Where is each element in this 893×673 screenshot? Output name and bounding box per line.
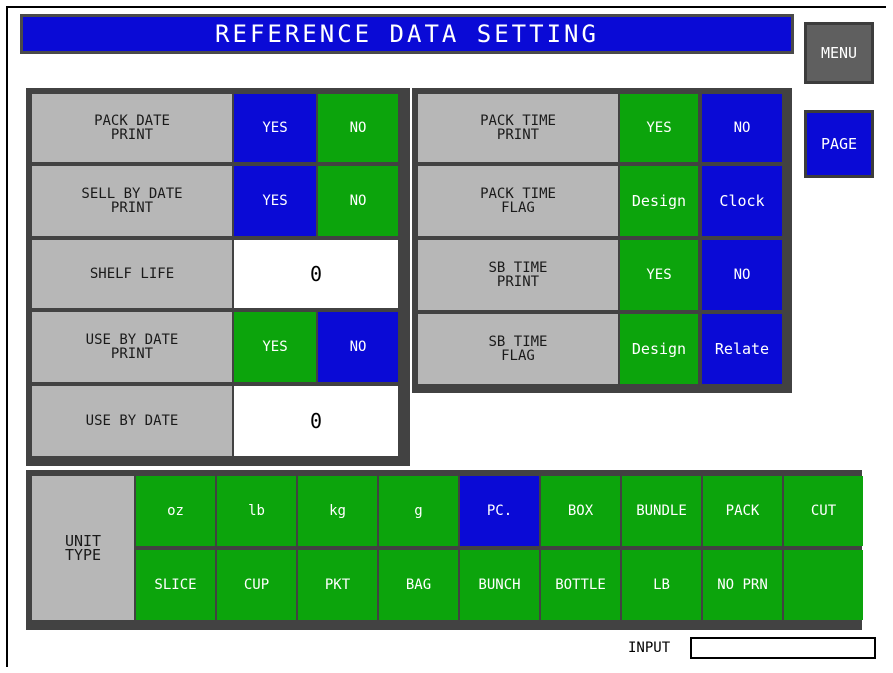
unit-type-button[interactable]: g [379,476,458,546]
page-title: REFERENCE DATA SETTING [20,14,794,54]
pack-time-flag-label: PACK TIME FLAG [418,166,618,236]
pack-date-print-yes-button[interactable]: YES [234,94,316,162]
unit-type-button[interactable]: PACK [703,476,782,546]
pack-time-print-label: PACK TIME PRINT [418,94,618,162]
input-field[interactable] [690,637,876,659]
unit-type-button[interactable] [784,550,863,620]
shelf-life-label: SHELF LIFE [32,240,232,308]
pack-date-print-no-button[interactable]: NO [318,94,398,162]
pack-time-print-yes-button[interactable]: YES [620,94,698,162]
unit-type-button[interactable]: kg [298,476,377,546]
page-button[interactable]: PAGE [804,110,874,178]
unit-type-button[interactable]: CUP [217,550,296,620]
unit-type-label: UNIT TYPE [32,476,134,620]
sb-time-flag-design-button[interactable]: Design [620,314,698,384]
sb-time-print-yes-button[interactable]: YES [620,240,698,310]
sb-time-print-label: SB TIME PRINT [418,240,618,310]
unit-type-button[interactable]: NO PRN [703,550,782,620]
sell-by-date-print-label: SELL BY DATE PRINT [32,166,232,236]
unit-type-panel: UNIT TYPE oz lb kg g PC. BOX BUNDLE PACK CUT SLIC… [26,470,863,630]
date-settings-panel: PACK DATE PRINT YES NO SELL BY DATE PRIN… [26,88,410,466]
sell-by-date-print-yes-button[interactable]: YES [234,166,316,236]
unit-type-button[interactable]: BAG [379,550,458,620]
pack-time-print-no-button[interactable]: NO [702,94,782,162]
sb-time-flag-relate-button[interactable]: Relate [702,314,782,384]
use-by-date-field[interactable]: 0 [234,386,398,456]
unit-type-button[interactable]: BUNDLE [622,476,701,546]
pack-time-flag-design-button[interactable]: Design [620,166,698,236]
unit-type-button[interactable]: lb [217,476,296,546]
sell-by-date-print-no-button[interactable]: NO [318,166,398,236]
unit-type-button[interactable]: LB [622,550,701,620]
unit-type-button[interactable]: CUT [784,476,863,546]
unit-type-button[interactable]: PKT [298,550,377,620]
unit-type-button[interactable]: SLICE [136,550,215,620]
sb-time-flag-label: SB TIME FLAG [418,314,618,384]
unit-type-button[interactable]: BOX [541,476,620,546]
use-by-date-print-yes-button[interactable]: YES [234,312,316,382]
use-by-date-label: USE BY DATE [32,386,232,456]
unit-type-button[interactable]: BUNCH [460,550,539,620]
unit-type-button[interactable]: PC. [460,476,539,546]
pack-date-print-label: PACK DATE PRINT [32,94,232,162]
menu-button[interactable]: MENU [804,22,874,84]
use-by-date-print-label: USE BY DATE PRINT [32,312,232,382]
use-by-date-print-no-button[interactable]: NO [318,312,398,382]
input-label: INPUT [628,640,671,656]
sb-time-print-no-button[interactable]: NO [702,240,782,310]
time-settings-panel: PACK TIME PRINT YES NO PACK TIME FLAG De… [412,88,792,393]
unit-type-button[interactable]: oz [136,476,215,546]
shelf-life-field[interactable]: 0 [234,240,398,308]
unit-type-button[interactable]: BOTTLE [541,550,620,620]
pack-time-flag-clock-button[interactable]: Clock [702,166,782,236]
